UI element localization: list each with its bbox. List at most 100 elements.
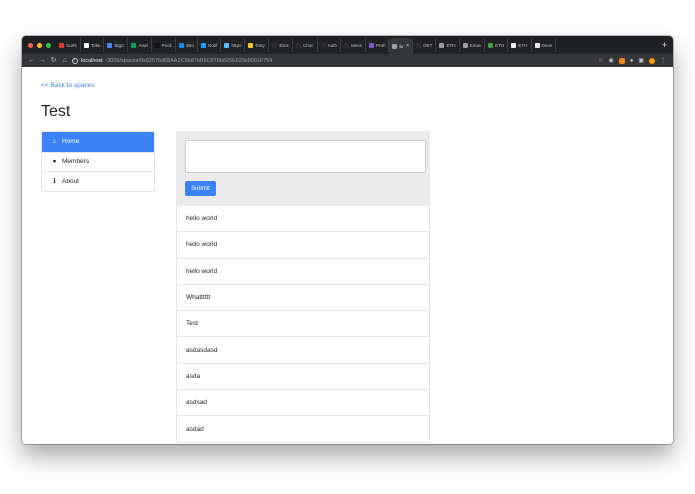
shield-extension-icon[interactable]: ● <box>630 58 634 64</box>
user-icon: ● <box>52 158 57 166</box>
profile-avatar-icon[interactable] <box>649 57 655 64</box>
tab-label: Toke <box>90 42 101 48</box>
browser-tab[interactable]: Notif <box>198 38 222 52</box>
info-icon: ℹ <box>53 178 56 186</box>
tab-favicon-icon <box>201 42 207 48</box>
minimize-window-button[interactable] <box>37 42 42 48</box>
sidebar-item-about[interactable]: ℹ About <box>42 171 154 191</box>
tab-label: Surfs <box>66 42 77 48</box>
site-info-icon[interactable] <box>72 57 78 64</box>
browser-tab[interactable]: 3box <box>269 38 293 52</box>
post-item: hello world <box>176 232 430 259</box>
home-button-icon[interactable]: ⌂ <box>59 54 70 67</box>
screenshot-stage: Surfs Toke BigC Anal Pock 3Bo Notif https Dirty 3… <box>0 0 695 494</box>
tab-favicon-icon <box>369 42 375 48</box>
browser-tab[interactable]: ETH <box>485 38 509 52</box>
tab-favicon-icon <box>534 42 540 48</box>
browser-tab[interactable]: Dirty <box>245 38 269 52</box>
browser-tab[interactable]: Auth <box>318 38 342 52</box>
pocket-icon[interactable]: ◉ <box>608 57 613 64</box>
tab-label: Dirty <box>255 42 265 48</box>
browser-tab[interactable]: 3Bo <box>176 38 199 52</box>
tab-label: Mess <box>351 42 363 48</box>
post-item: asdasdasd <box>176 337 430 364</box>
tab-label: 3box <box>278 42 289 48</box>
tab-favicon-icon <box>462 42 468 48</box>
tab-label: Pock <box>161 42 172 48</box>
browser-tab[interactable]: Surfs <box>56 38 81 52</box>
sidebar-item-members[interactable]: ● Members <box>42 151 154 172</box>
menu-dots-icon[interactable]: ⋮ <box>660 57 666 64</box>
tab-favicon-icon <box>415 42 421 48</box>
back-to-spaces-link[interactable]: << Back to spaces <box>41 82 94 89</box>
toolbar-icons: ☆ ◉ ● ▣ ⋮ <box>598 57 669 64</box>
metamask-extension-icon[interactable] <box>618 57 625 64</box>
browser-tab[interactable]: Toke <box>81 38 105 52</box>
new-tab-plus-icon[interactable]: + <box>656 36 673 54</box>
tab-close-icon[interactable]: × <box>406 43 409 49</box>
post-item: asdad <box>176 416 430 443</box>
browser-tab[interactable]: ETH <box>436 38 460 52</box>
post-item: Whatttttt <box>176 284 430 312</box>
post-item: asdsad <box>176 390 430 417</box>
page-title: Test <box>41 103 71 120</box>
tab-label: ETH <box>518 42 528 48</box>
browser-tab[interactable]: Mess <box>341 38 367 52</box>
browser-toolbar: ← → ↻ ⌂ localhost:3000/spaces/0x92576d68… <box>22 54 673 67</box>
tab-favicon-icon <box>178 42 184 48</box>
back-arrow-icon[interactable]: ← <box>26 54 37 67</box>
browser-tab[interactable]: Deve <box>532 38 557 52</box>
sidebar-item-label: Members <box>62 158 90 166</box>
tab-label: ETH <box>495 42 505 48</box>
tab-label: BigC <box>114 42 125 48</box>
browser-tabs: Surfs Toke BigC Anal Pock 3Bo Notif https Dirty 3… <box>56 36 656 54</box>
post-item: Test <box>176 311 430 338</box>
tab-favicon-icon <box>59 42 64 48</box>
browser-tab[interactable]: Anal <box>128 38 152 52</box>
browser-tab[interactable]: Pock <box>152 38 176 52</box>
browser-tab[interactable]: lo × <box>389 38 413 54</box>
forward-arrow-icon[interactable]: → <box>37 54 48 67</box>
tab-strip: Surfs Toke BigC Anal Pock 3Bo Notif https Dirty 3… <box>22 36 673 54</box>
tab-favicon-icon <box>320 42 326 48</box>
tab-label: Auth <box>327 42 338 48</box>
sidebar-item-home[interactable]: ⌂ Home <box>42 132 154 152</box>
post-item: hello world <box>176 258 430 285</box>
browser-tab[interactable]: BigC <box>104 38 129 52</box>
url-host: localhost <box>81 57 103 64</box>
tab-label: Choc <box>302 42 314 48</box>
tab-favicon-icon <box>107 42 113 48</box>
browser-tab[interactable]: https <box>221 38 246 52</box>
browser-tab[interactable]: Choc <box>293 38 318 52</box>
maximize-window-button[interactable] <box>46 42 51 48</box>
address-bar[interactable]: localhost:3000/spaces/0x92576d68AA2C9b87… <box>72 55 598 66</box>
sidebar-item-label: Home <box>62 138 80 146</box>
close-window-button[interactable] <box>28 42 33 48</box>
reload-icon[interactable]: ↻ <box>48 54 59 67</box>
home-icon: ⌂ <box>52 138 57 146</box>
tab-favicon-icon <box>295 42 301 48</box>
tab-favicon-icon <box>344 42 350 48</box>
browser-window: Surfs Toke BigC Anal Pock 3Bo Notif https Dirty 3… <box>22 36 673 444</box>
bookmark-star-icon[interactable]: ☆ <box>598 57 603 64</box>
extension-icon[interactable]: ▣ <box>638 57 644 64</box>
tab-label: Deve <box>541 42 553 48</box>
posts-list: hello world hello world hello world Whatttt… <box>176 206 430 443</box>
tab-label: https <box>231 42 242 48</box>
window-controls <box>22 42 56 48</box>
browser-tab[interactable]: ETH <box>508 38 532 52</box>
submit-button[interactable]: Submit <box>185 181 216 196</box>
tab-label: lo <box>399 43 404 49</box>
tab-favicon-icon <box>439 42 445 48</box>
browser-tab[interactable]: GET <box>413 38 437 52</box>
tab-favicon-icon <box>248 42 254 48</box>
browser-tab[interactable]: Profi <box>366 38 390 52</box>
tab-favicon-icon <box>488 42 494 48</box>
post-item: hello world <box>176 206 430 233</box>
tab-favicon-icon <box>154 42 160 48</box>
tab-label: Profi <box>376 42 386 48</box>
browser-tab[interactable]: Know <box>460 38 486 52</box>
post-composer: Submit <box>176 131 430 206</box>
post-textarea[interactable] <box>185 140 426 173</box>
post-item: asda <box>176 363 430 391</box>
